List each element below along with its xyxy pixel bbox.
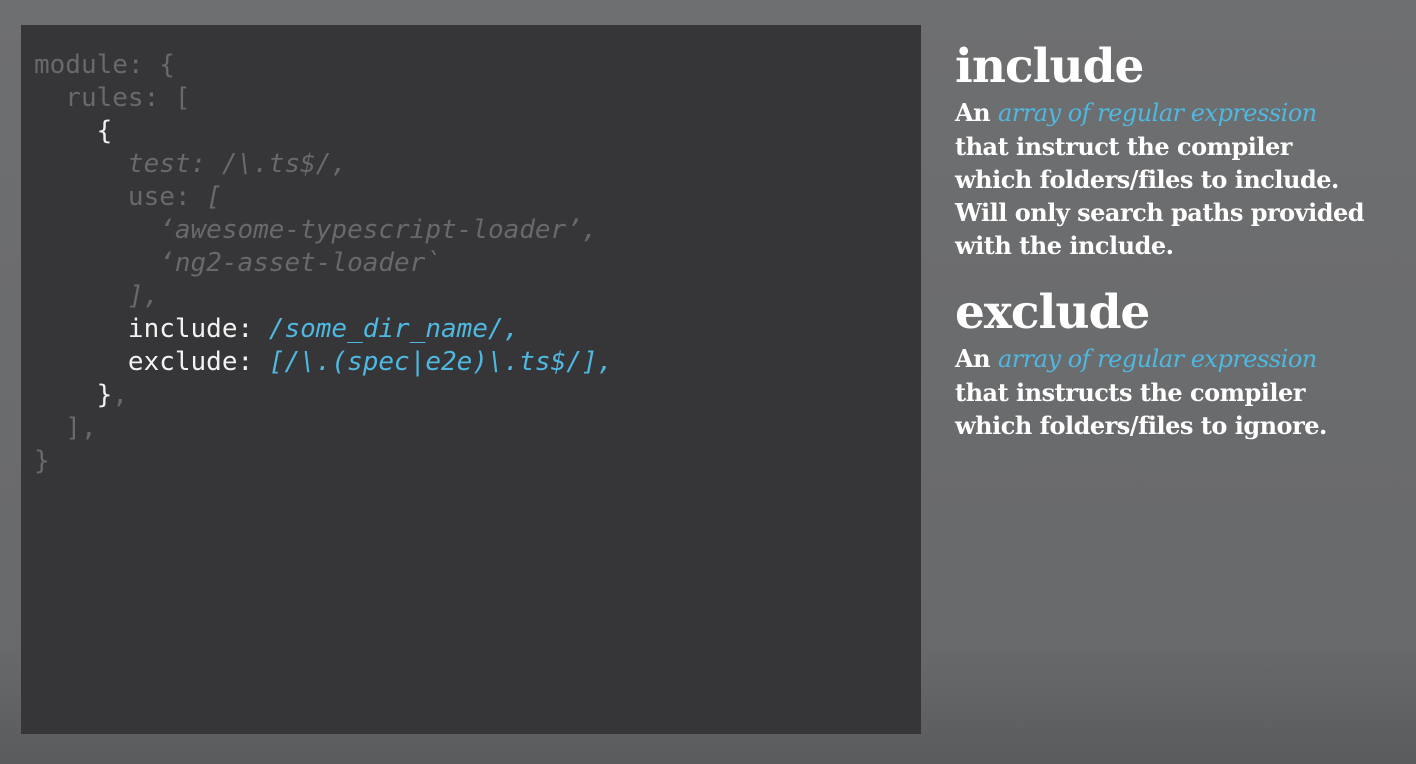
- code-text: {: [34, 116, 113, 146]
- code-key: include:: [34, 314, 269, 344]
- code-text: }: [34, 446, 50, 476]
- code-text: }: [34, 380, 113, 410]
- section-divider: [955, 262, 1405, 284]
- desc-text: An: [955, 344, 998, 373]
- code-text: rules: [: [34, 83, 191, 113]
- exclude-heading: exclude: [955, 285, 1150, 340]
- code-line-include: include: /some_dir_name/,: [34, 313, 921, 346]
- code-line-open-brace: {: [34, 115, 921, 148]
- exclude-section: exclude An array of regular expression t…: [955, 284, 1405, 442]
- desc-text: An: [955, 98, 998, 127]
- code-line-exclude: exclude: [/\.(spec|e2e)\.ts$/],: [34, 346, 921, 379]
- exclude-line-1: An array of regular expression: [955, 342, 1405, 376]
- code-line-module-close: }: [34, 445, 921, 478]
- code-text: ],: [34, 413, 97, 443]
- code-text: ,: [112, 380, 128, 410]
- code-line-module: module: {: [34, 49, 921, 82]
- include-section: include An array of regular expression t…: [955, 38, 1405, 262]
- include-line-4: Will only search paths provided: [955, 198, 1365, 227]
- include-line-3: which folders/files to include.: [955, 165, 1339, 194]
- code-line-loader-1: ‘awesome-typescript-loader’,: [34, 214, 921, 247]
- desc-highlight: array of regular expression: [997, 345, 1317, 373]
- exclude-line-3: which folders/files to ignore.: [955, 411, 1327, 440]
- code-key: exclude:: [34, 347, 269, 377]
- code-line-use: use: [: [34, 181, 921, 214]
- code-text: ‘ng2-asset-loader`: [34, 248, 441, 278]
- include-heading: include: [955, 39, 1144, 94]
- explanation-panel: include An array of regular expression t…: [955, 38, 1405, 442]
- desc-highlight: array of regular expression: [997, 99, 1317, 127]
- exclude-line-2: that instructs the compiler: [955, 378, 1305, 407]
- include-line-1: An array of regular expression: [955, 96, 1405, 130]
- code-value: [/\.(spec|e2e)\.ts$/],: [268, 347, 614, 377]
- code-text: module: {: [34, 50, 175, 80]
- code-line-close-brace: },: [34, 379, 921, 412]
- code-line-test: test: /\.ts$/,: [34, 148, 921, 181]
- code-line-use-close: ],: [34, 280, 921, 313]
- code-value: [: [206, 182, 222, 212]
- code-text: ],: [34, 281, 160, 311]
- include-line-5: with the include.: [955, 231, 1174, 260]
- code-line-rules: rules: [: [34, 82, 921, 115]
- code-key: use:: [34, 182, 207, 212]
- code-text: ‘awesome-typescript-loader’,: [34, 215, 598, 245]
- code-panel: module: { rules: [ { test: /\.ts$/, use:…: [21, 25, 921, 734]
- code-line-rules-close: ],: [34, 412, 921, 445]
- code-value: /some_dir_name/,: [268, 314, 520, 344]
- code-line-loader-2: ‘ng2-asset-loader`: [34, 247, 921, 280]
- code-text: test: /\.ts$/,: [34, 149, 348, 179]
- include-line-2: that instruct the compiler: [955, 132, 1292, 161]
